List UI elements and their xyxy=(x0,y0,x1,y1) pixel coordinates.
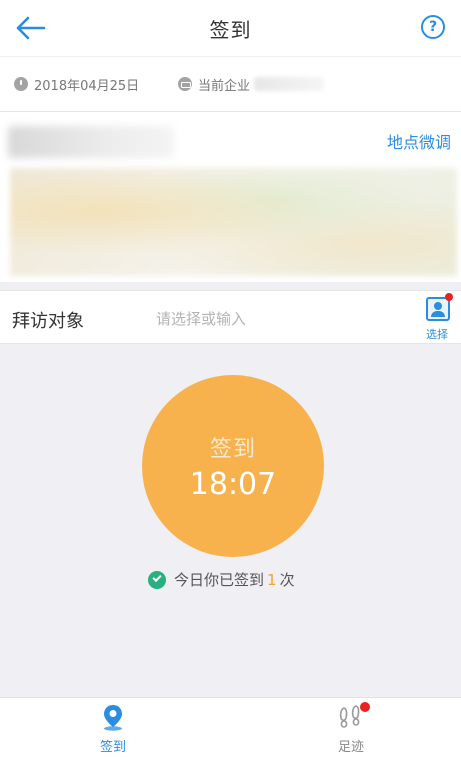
select-contact-button[interactable]: 选择 xyxy=(419,293,455,343)
location-section: 地点微调 xyxy=(0,112,461,282)
nav-label-signin: 签到 xyxy=(99,740,126,755)
location-adjust-link[interactable]: 地点微调 xyxy=(387,129,451,153)
nav-badge xyxy=(360,702,370,712)
top-bar: 签到 ? xyxy=(0,0,461,56)
location-pin-icon xyxy=(98,702,128,732)
date-text: 2018年04月25日 xyxy=(34,78,140,94)
visit-target-label: 拜访对象 xyxy=(12,311,84,332)
help-button[interactable]: ? xyxy=(421,15,445,39)
signin-button-label: 签到 xyxy=(209,436,256,462)
notification-dot xyxy=(445,293,453,301)
signin-count-status: 今日你已签到 1 次 xyxy=(148,569,295,590)
back-button[interactable] xyxy=(14,14,48,42)
visit-target-input[interactable]: 请选择或输入 xyxy=(156,308,246,329)
signin-time: 18:07 xyxy=(189,466,277,502)
info-row: 2018年04月25日 当前企业 xyxy=(0,56,461,112)
back-arrow-icon xyxy=(16,16,46,40)
nav-tab-trail[interactable]: 足迹 xyxy=(311,702,391,756)
nav-label-trail: 足迹 xyxy=(337,740,364,755)
company-info: 当前企业 xyxy=(178,75,325,94)
count-suffix: 次 xyxy=(279,571,295,589)
help-icon: ? xyxy=(428,19,438,35)
footprint-icon xyxy=(336,702,370,732)
visit-target-row: 拜访对象 请选择或输入 选择 xyxy=(0,290,461,344)
clock-icon xyxy=(14,77,28,91)
address-redacted xyxy=(8,126,174,158)
page-title: 签到 xyxy=(209,17,252,42)
nav-tab-signin[interactable]: 签到 xyxy=(73,702,153,756)
map-view[interactable] xyxy=(10,168,457,276)
check-circle-icon xyxy=(148,570,166,589)
count-prefix: 今日你已签到 xyxy=(174,571,265,589)
select-label: 选择 xyxy=(426,328,448,341)
bottom-nav: 签到 足迹 xyxy=(0,697,461,757)
company-label: 当前企业 xyxy=(198,78,251,94)
company-icon xyxy=(178,77,192,91)
signin-page: 签到 ? 2018年04月25日 当前企业 地点微调 拜访对象 请选择或输入 选… xyxy=(0,0,461,757)
company-name-redacted xyxy=(254,77,325,91)
count-number: 1 xyxy=(267,570,277,589)
signin-button[interactable]: 签到 18:07 xyxy=(142,375,324,557)
date-info: 2018年04月25日 xyxy=(14,75,139,94)
